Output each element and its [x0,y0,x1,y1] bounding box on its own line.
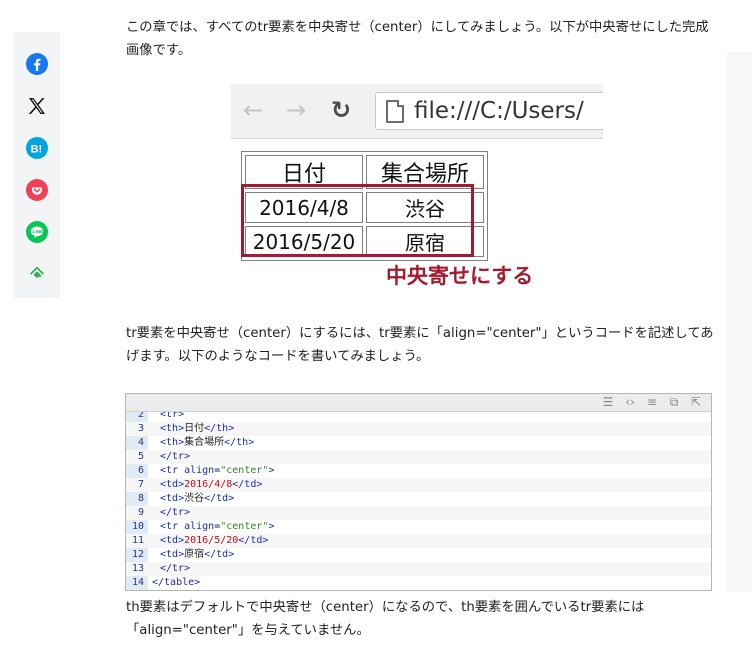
wrap-lines-icon[interactable]: ≡ [645,396,659,408]
code-line: 8 <td>渋谷</td> [126,492,711,506]
line-number: 10 [131,521,144,532]
intro-paragraph: この章では、すべてのtr要素を中央寄せ（center）にしてみましょう。以下が中… [126,20,709,58]
code-line: 11 <td>2016/5/20</td> [126,534,711,548]
code-text: <tr align="center"> [160,521,275,532]
code-text: </table> [152,577,201,588]
scroll-gutter [727,52,752,592]
line-number: 5 [137,451,144,462]
outro-paragraph: th要素はデフォルトで中央寄せ（center）になるので、th要素を囲んでいるt… [126,600,645,638]
code-text: <tr align="center"> [160,465,275,476]
code-line: 12 <td>原宿</td> [126,548,711,562]
code-text: </tr> [160,451,191,462]
code-toolbar: ☰ ‹› ≡ ⧉ ⇱ [126,394,711,412]
code-text: <td>渋谷</td> [160,493,235,504]
file-icon [386,100,404,123]
line-number: 14 [131,577,144,588]
hatena-bookmark-icon[interactable]: B! [25,136,49,160]
code-text: </tr> [160,563,191,574]
svg-text:B!: B! [31,144,43,156]
code-text: <td>2016/4/8</td> [160,479,263,490]
pocket-icon[interactable] [25,178,49,202]
line-number: 9 [137,507,144,518]
svg-text:LINE: LINE [32,229,44,235]
result-screenshot: ← → ↻ file:///C:/Users/ 日付 集合場所 2016/4/8… [231,84,603,296]
facebook-icon[interactable] [25,52,49,76]
code-line: 7 <td>2016/4/8</td> [126,478,711,492]
address-bar: file:///C:/Users/ [375,92,603,130]
code-line: 10 <tr align="center"> [126,520,711,534]
code-line: 4 <th>集合場所</th> [126,436,711,450]
copy-icon[interactable]: ⧉ [667,396,681,408]
open-new-window-icon[interactable]: ⇱ [689,396,703,408]
line-icon[interactable]: LINE [25,220,49,244]
address-url: file:///C:/Users/ [414,98,584,124]
code-line: 6 <tr align="center"> [126,464,711,478]
code-icon[interactable]: ‹› [623,396,637,408]
share-sidebar: B! LINE [14,32,60,298]
reload-icon: ↻ [331,96,352,124]
line-number: 11 [131,535,144,546]
code-line: 5 </tr> [126,450,711,464]
line-number: 12 [131,549,144,560]
code-block: 2 <tr> 3 <th>日付</th> 4 <th>集合場所</th> 5 </tr> 6 <t… [125,393,712,591]
feedly-icon[interactable] [25,262,49,286]
code-line: 14 </table> [126,576,711,590]
line-number: 4 [137,437,144,448]
line-number: 3 [137,423,144,434]
view-source-icon[interactable]: ☰ [601,396,615,408]
code-text: <th>日付</th> [160,423,235,434]
highlight-box [241,184,474,257]
code-line: 9 </tr> [126,506,711,520]
highlight-caption: 中央寄せにする [386,264,534,288]
back-arrow-icon: ← [243,96,264,124]
line-number: 8 [137,493,144,504]
code-text: <th>集合場所</th> [160,437,255,448]
code-line: 3 <th>日付</th> [126,422,711,436]
middle-paragraph: tr要素を中央寄せ（center）にするには、tr要素に「align="cent… [126,326,714,364]
code-text: <td>2016/5/20</td> [160,535,269,546]
browser-toolbar: ← → ↻ file:///C:/Users/ [231,84,603,139]
code-lines: 2 <tr> 3 <th>日付</th> 4 <th>集合場所</th> 5 </tr> 6 <t… [126,408,711,590]
line-number: 13 [131,563,144,574]
x-icon[interactable] [25,94,49,118]
code-text: <td>原宿</td> [160,549,235,560]
forward-arrow-icon: → [286,96,307,124]
line-number: 7 [137,479,144,490]
line-number: 6 [137,465,144,476]
code-line: 13 </tr> [126,562,711,576]
